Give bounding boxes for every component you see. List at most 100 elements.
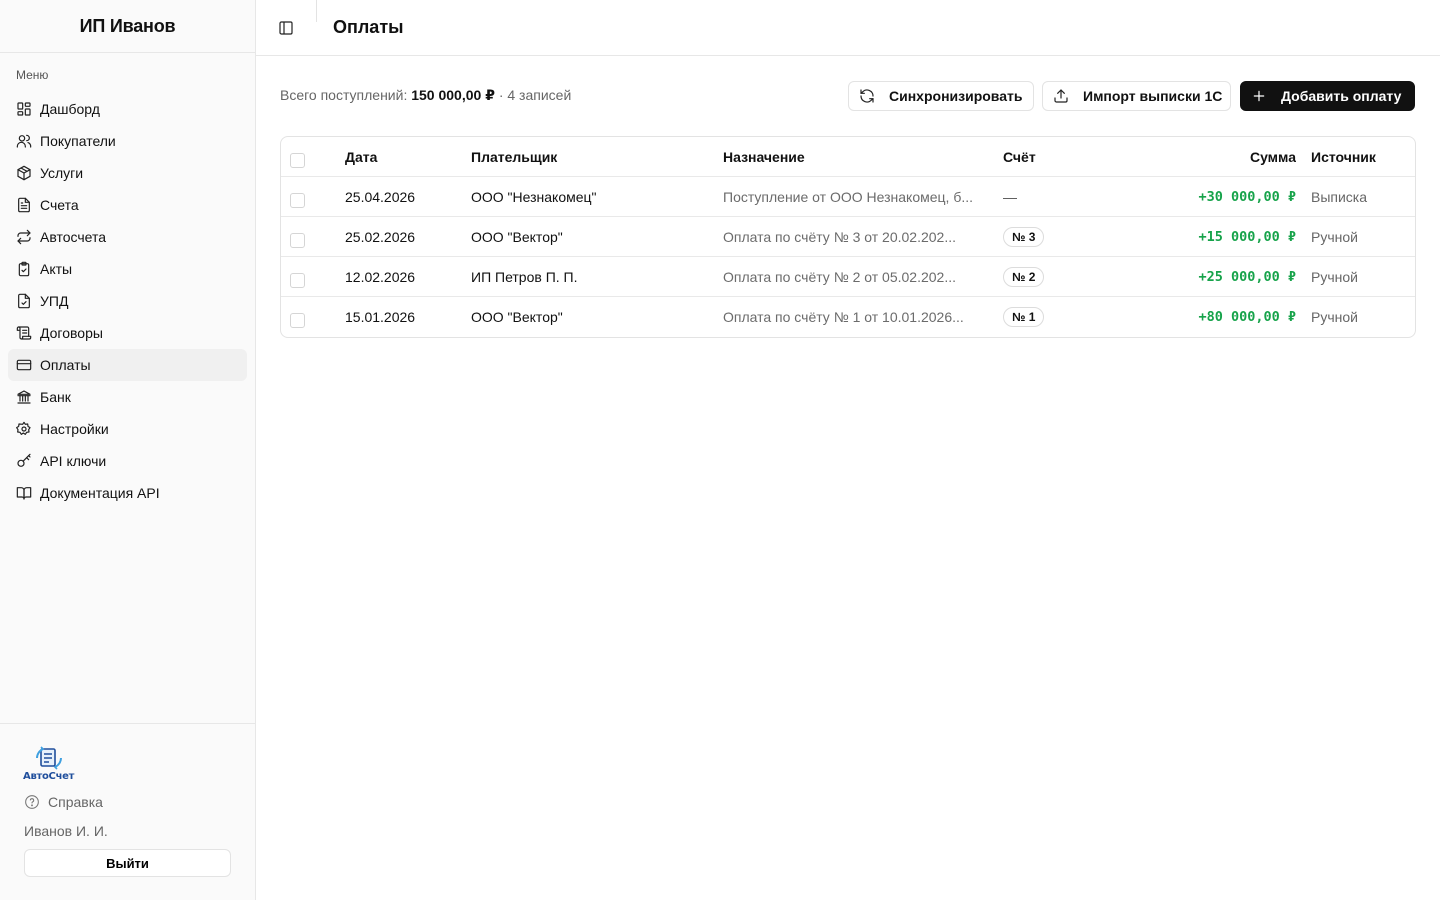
sidebar-item-payments[interactable]: Оплаты — [8, 349, 247, 381]
scroll-icon — [16, 325, 32, 341]
summary-prefix: Всего поступлений: — [280, 87, 408, 103]
book-icon — [16, 485, 32, 501]
header-divider — [316, 0, 317, 22]
page-title: Оплаты — [333, 17, 404, 37]
column-header-amount[interactable]: Сумма — [1151, 137, 1296, 177]
add-payment-button[interactable]: Добавить оплату — [1240, 81, 1415, 111]
sidebar-item-api-docs[interactable]: Документация API — [8, 477, 247, 509]
sidebar-footer: АвтоСчет Справка Иванов И. И. Выйти — [0, 723, 255, 900]
sidebar-item-label: Банк — [40, 389, 71, 405]
sidebar-item-label: Счета — [40, 197, 79, 213]
row-checkbox[interactable] — [290, 273, 305, 288]
column-header-source[interactable]: Источник — [1311, 137, 1411, 177]
sidebar-item-label: Автосчета — [40, 229, 107, 245]
payment-purpose: Оплата по счёту № 3 от 20.02.202... — [723, 229, 957, 245]
row-checkbox[interactable] — [290, 193, 305, 208]
sync-label: Синхронизировать — [889, 88, 1023, 104]
repeat-icon — [16, 229, 32, 245]
table-row[interactable]: 12.02.2026 ИП Петров П. П. Оплата по счё… — [281, 257, 1415, 297]
table-header-row: Дата Плательщик Назначение Счёт Сумма Ис… — [281, 137, 1415, 177]
column-header-date[interactable]: Дата — [345, 137, 465, 177]
summary-count: · 4 записей — [498, 87, 572, 103]
payments-table: Дата Плательщик Назначение Счёт Сумма Ис… — [280, 136, 1416, 338]
sidebar-nav: Дашборд Покупатели Услуги Счета Автосчет… — [8, 93, 247, 509]
file-check-icon — [16, 293, 32, 309]
payment-amount: +25 000,00 ₽ — [1198, 269, 1296, 285]
payment-date: 25.02.2026 — [345, 229, 416, 245]
clipboard-check-icon — [16, 261, 32, 277]
sidebar-toggle-icon[interactable] — [278, 20, 294, 36]
payment-purpose: Поступление от ООО Незнакомец, б... — [723, 189, 974, 205]
column-header-invoice[interactable]: Счёт — [1003, 137, 1123, 177]
sidebar-item-services[interactable]: Услуги — [8, 157, 247, 189]
sidebar-item-label: Дашборд — [40, 101, 100, 117]
table-row[interactable]: 25.04.2026 ООО "Незнакомец" Поступление … — [281, 177, 1415, 217]
sidebar-item-bank[interactable]: Банк — [8, 381, 247, 413]
users-icon — [16, 133, 32, 149]
sidebar-item-invoices[interactable]: Счета — [8, 189, 247, 221]
payment-invoice: № 3 — [1003, 217, 1123, 257]
payment-invoice: — — [1003, 177, 1123, 217]
payment-purpose: Оплата по счёту № 2 от 05.02.202... — [723, 269, 957, 285]
payment-payer: ООО "Вектор" — [471, 229, 563, 245]
payment-amount: +30 000,00 ₽ — [1198, 189, 1296, 205]
select-all-checkbox[interactable] — [290, 153, 305, 168]
payment-date: 12.02.2026 — [345, 269, 416, 285]
key-icon — [16, 453, 32, 469]
sidebar-item-settings[interactable]: Настройки — [8, 413, 247, 445]
payment-payer: ООО "Незнакомец" — [471, 189, 597, 205]
sidebar: ИП Иванов Меню Дашборд Покупатели Услуги… — [0, 0, 256, 900]
payment-date: 25.04.2026 — [345, 189, 416, 205]
logout-button[interactable]: Выйти — [24, 849, 231, 877]
sidebar-item-label: Оплаты — [40, 357, 91, 373]
help-label: Справка — [48, 794, 103, 810]
sync-button[interactable]: Синхронизировать — [848, 81, 1034, 111]
sidebar-item-label: УПД — [40, 293, 69, 309]
payment-source: Выписка — [1311, 189, 1368, 205]
column-header-purpose[interactable]: Назначение — [723, 137, 987, 177]
logo-text: АвтоСчет — [23, 771, 75, 782]
user-name: Иванов И. И. — [24, 823, 108, 839]
sidebar-item-label: Услуги — [40, 165, 84, 181]
credit-card-icon — [16, 357, 32, 373]
upload-icon — [1053, 88, 1069, 104]
invoice-badge[interactable]: № 3 — [1003, 227, 1045, 247]
payment-source: Ручной — [1311, 229, 1358, 245]
help-circle-icon — [24, 794, 40, 810]
company-name: ИП Иванов — [0, 0, 255, 53]
refresh-icon — [859, 88, 875, 104]
page-header: Оплаты — [256, 0, 1440, 56]
add-label: Добавить оплату — [1281, 88, 1402, 104]
invoice-badge[interactable]: № 2 — [1003, 267, 1045, 287]
plus-icon — [1251, 88, 1267, 104]
sidebar-item-dashboard[interactable]: Дашборд — [8, 93, 247, 125]
column-header-payer[interactable]: Плательщик — [471, 137, 711, 177]
help-link[interactable]: Справка — [24, 794, 103, 810]
payment-payer: ИП Петров П. П. — [471, 269, 578, 285]
table-row[interactable]: 25.02.2026 ООО "Вектор" Оплата по счёту … — [281, 217, 1415, 257]
invoice-badge[interactable]: № 1 — [1003, 307, 1045, 327]
bank-icon — [16, 389, 32, 405]
sidebar-item-customers[interactable]: Покупатели — [8, 125, 247, 157]
row-checkbox[interactable] — [290, 233, 305, 248]
payment-source: Ручной — [1311, 269, 1358, 285]
import-1c-button[interactable]: Импорт выписки 1С — [1042, 81, 1231, 111]
row-checkbox[interactable] — [290, 313, 305, 328]
payment-amount: +80 000,00 ₽ — [1198, 309, 1296, 325]
payment-invoice: № 1 — [1003, 297, 1123, 337]
dashboard-icon — [16, 101, 32, 117]
import-label: Импорт выписки 1С — [1083, 88, 1223, 104]
sidebar-item-auto-invoices[interactable]: Автосчета — [8, 221, 247, 253]
sidebar-item-label: API ключи — [40, 453, 107, 469]
payments-summary: Всего поступлений: 150 000,00 ₽ · 4 запи… — [280, 87, 571, 104]
table-row[interactable]: 15.01.2026 ООО "Вектор" Оплата по счёту … — [281, 297, 1415, 337]
sidebar-item-acts[interactable]: Акты — [8, 253, 247, 285]
sidebar-item-api-keys[interactable]: API ключи — [8, 445, 247, 477]
gear-icon — [16, 421, 32, 437]
app-logo[interactable]: АвтоСчет — [23, 746, 75, 786]
sidebar-item-label: Покупатели — [40, 133, 116, 149]
sidebar-item-contracts[interactable]: Договоры — [8, 317, 247, 349]
logo-mark-icon — [36, 746, 62, 770]
sidebar-item-upd[interactable]: УПД — [8, 285, 247, 317]
file-text-icon — [16, 197, 32, 213]
